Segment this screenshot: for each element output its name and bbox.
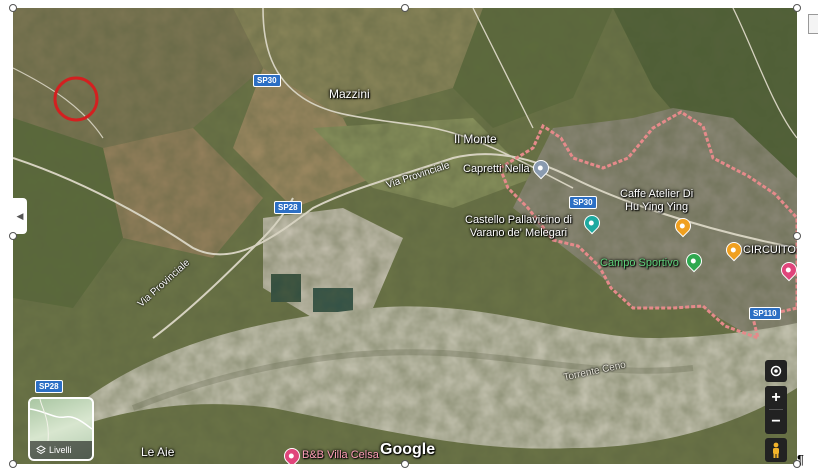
paragraph-mark: ¶	[797, 452, 804, 467]
pegman-icon	[773, 442, 779, 458]
resize-handle[interactable]	[9, 4, 17, 12]
google-logo: Google	[380, 441, 436, 458]
place-circuito[interactable]: CIRCUITO	[743, 244, 796, 257]
map-terrain	[13, 8, 797, 464]
road-shield-sp28: SP28	[35, 380, 63, 393]
layers-thumbnail	[30, 399, 92, 442]
place-le-aie: Le Aie	[141, 445, 175, 459]
road-shield-sp28: SP28	[274, 201, 302, 214]
resize-handle[interactable]	[793, 4, 801, 12]
chevron-left-icon: ◀	[16, 210, 24, 221]
road-shield-sp30: SP30	[253, 74, 281, 87]
zoom-in-button[interactable]: +	[765, 386, 787, 409]
place-capretti-nella[interactable]: Capretti Nella	[463, 163, 530, 176]
location-target-icon	[770, 365, 782, 377]
place-caffe[interactable]: Caffe Atelier Di Hu Ying Ying	[620, 188, 693, 214]
layers-caption: Livelli	[30, 441, 92, 459]
resize-handle[interactable]	[401, 460, 409, 468]
layers-label: Livelli	[49, 445, 72, 455]
collapse-side-panel-button[interactable]: ◀	[13, 198, 27, 234]
place-bb-villa-celsa[interactable]: B&B Villa Celsa	[302, 449, 379, 462]
layout-options-icon[interactable]	[808, 14, 818, 34]
layers-toggle-button[interactable]: Livelli	[28, 397, 94, 461]
place-castello[interactable]: Castello Pallavicino di Varano de' Meleg…	[465, 214, 572, 240]
satellite-map[interactable]: Mazzini Il Monte Capretti Nella Castello…	[13, 8, 797, 464]
place-il-monte: Il Monte	[454, 132, 497, 146]
road-shield-sp110: SP110	[749, 307, 781, 320]
resize-handle[interactable]	[793, 232, 801, 240]
place-mazzini: Mazzini	[329, 87, 370, 101]
road-shield-sp30: SP30	[569, 196, 597, 209]
resize-handle[interactable]	[9, 460, 17, 468]
street-view-pegman-button[interactable]	[765, 438, 787, 462]
resize-handle[interactable]	[9, 232, 17, 240]
my-location-button[interactable]	[765, 360, 787, 382]
zoom-out-button[interactable]: −	[765, 410, 787, 433]
resize-handle[interactable]	[401, 4, 409, 12]
place-campo-sportivo[interactable]: Campo Sportivo	[600, 257, 679, 270]
zoom-control: + −	[765, 386, 787, 434]
layers-icon	[36, 445, 46, 455]
